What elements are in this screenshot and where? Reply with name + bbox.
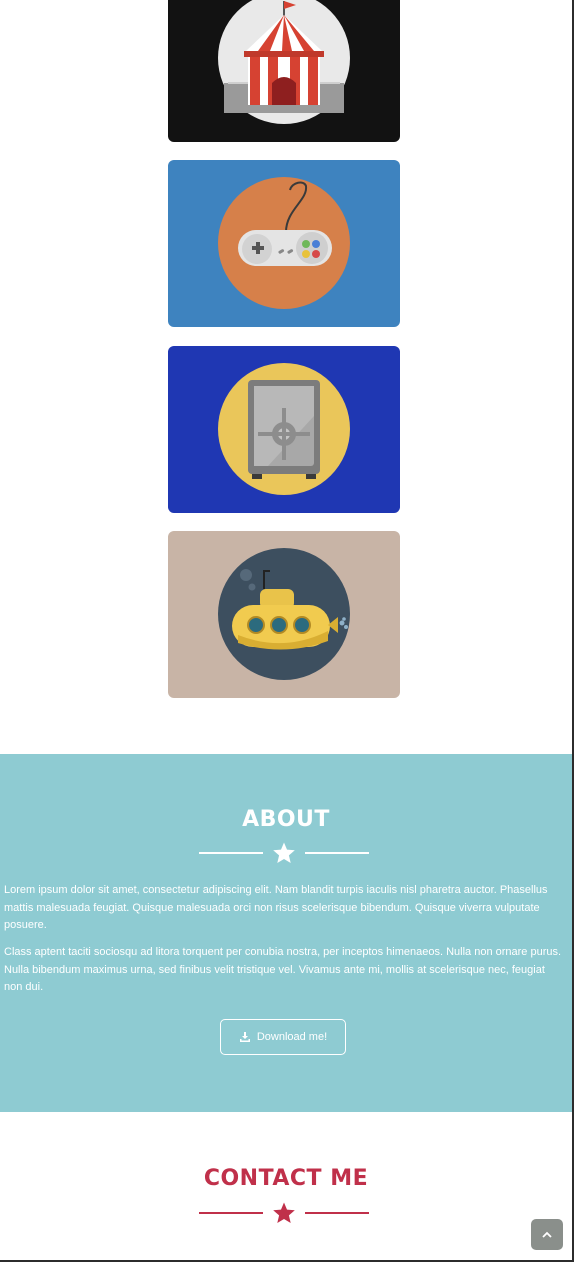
about-paragraph-1: Lorem ipsum dolor sit amet, consectetur …: [4, 884, 548, 931]
about-title: ABOUT: [242, 807, 330, 832]
about-paragraph-2: Class aptent taciti sociosqu ad litora t…: [4, 946, 562, 993]
portfolio-item-circus[interactable]: [168, 0, 400, 142]
download-button[interactable]: Download me!: [220, 1019, 346, 1055]
contact-title: CONTACT ME: [203, 1166, 369, 1191]
scroll-to-top-button[interactable]: [531, 1219, 563, 1250]
download-label: Download me!: [256, 1031, 328, 1043]
portfolio-item-game-controller[interactable]: [168, 160, 400, 327]
download-icon: [239, 1032, 250, 1042]
about-section: ABOUT Lorem ipsum dolor sit amet, consec…: [0, 754, 572, 1112]
star-icon: [273, 1202, 295, 1223]
portfolio-item-submarine[interactable]: [168, 531, 400, 698]
circus-tent-icon: [218, 0, 350, 124]
safe-icon: [218, 363, 350, 495]
submarine-icon: [218, 548, 350, 680]
game-controller-icon: [218, 177, 350, 309]
contact-divider: [199, 1201, 369, 1225]
about-divider: [199, 841, 369, 865]
chevron-up-icon: [542, 1231, 552, 1238]
star-icon: [273, 842, 295, 863]
portfolio-item-safe[interactable]: [168, 346, 400, 513]
